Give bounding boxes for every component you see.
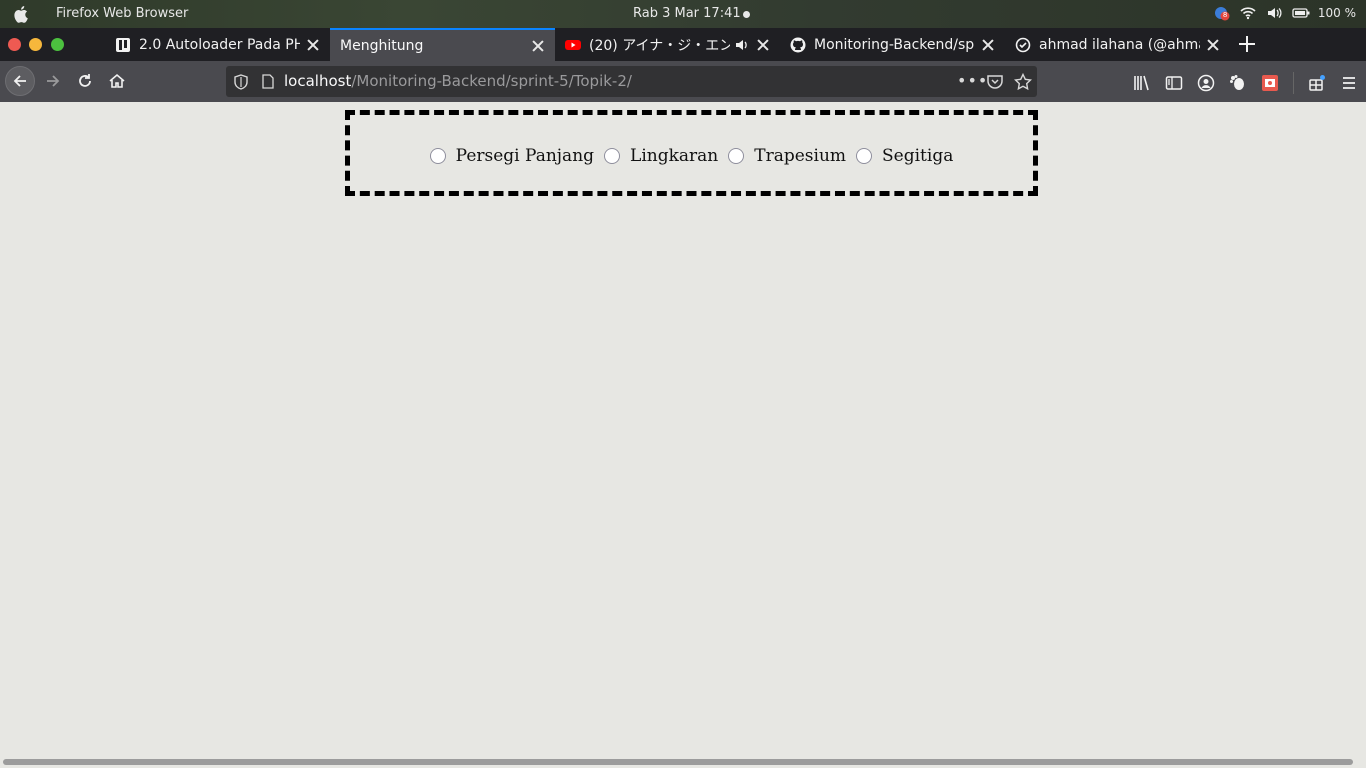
tab-menghitung[interactable]: Menghitung <box>330 28 555 61</box>
option-label: Trapesium <box>754 146 847 166</box>
option-trapesium[interactable]: Trapesium <box>728 146 846 166</box>
hamburger-menu-icon[interactable] <box>1340 74 1358 92</box>
option-persegi-panjang[interactable]: Persegi Panjang <box>429 146 595 166</box>
scrollbar-thumb[interactable] <box>3 759 1353 765</box>
tab-github[interactable]: Monitoring-Backend/sprint <box>780 28 1005 61</box>
option-segitiga[interactable]: Segitiga <box>856 146 953 166</box>
tab-title: Menghitung <box>340 37 424 54</box>
volume-icon[interactable] <box>1266 5 1282 21</box>
sidebar-icon[interactable] <box>1165 74 1183 92</box>
circle-check-icon <box>1015 37 1031 53</box>
notification-badge-icon[interactable]: 8 <box>1214 5 1230 21</box>
pocket-icon[interactable] <box>986 73 1004 91</box>
radio-button[interactable] <box>429 148 446 164</box>
close-tab-icon[interactable] <box>306 38 320 52</box>
url-path: /Monitoring-Backend/sprint-5/Topik-2/ <box>351 72 632 90</box>
speaker-icon[interactable] <box>734 37 750 53</box>
toolbar-separator <box>1293 72 1294 94</box>
active-app-name[interactable]: Firefox Web Browser <box>56 6 188 21</box>
reload-button[interactable] <box>70 66 100 96</box>
option-label: Lingkaran <box>630 146 719 166</box>
horizontal-scrollbar[interactable] <box>0 756 1366 768</box>
tab-title: (20) アイナ・ジ・エンド <box>589 37 730 54</box>
notification-dot <box>743 11 750 18</box>
shield-icon[interactable] <box>234 74 248 90</box>
tab-title: Monitoring-Backend/sprint <box>814 36 975 53</box>
tab-ahmad[interactable]: ahmad ilahana (@ahmad <box>1005 28 1230 61</box>
account-icon[interactable] <box>1197 74 1215 92</box>
arrow-right-icon <box>47 75 60 87</box>
home-icon <box>109 73 125 88</box>
page-icon <box>262 74 274 89</box>
github-icon <box>790 37 806 53</box>
close-window-button[interactable] <box>8 38 21 51</box>
option-label: Persegi Panjang <box>455 146 595 166</box>
reload-icon <box>79 74 91 87</box>
tab-youtube[interactable]: (20) アイナ・ジ・エンド <box>555 28 780 61</box>
url-text: localhost/Monitoring-Backend/sprint-5/To… <box>284 72 632 90</box>
library-icon[interactable] <box>1133 74 1151 92</box>
option-lingkaran[interactable]: Lingkaran <box>604 146 718 166</box>
bookmark-star-icon[interactable] <box>1014 73 1032 91</box>
close-tab-icon[interactable] <box>531 39 545 53</box>
toolbar-right-icons <box>1133 72 1358 94</box>
forward-button[interactable] <box>38 66 68 96</box>
battery-icon[interactable] <box>1292 5 1310 21</box>
new-tab-button[interactable] <box>1237 34 1257 54</box>
battery-percent: 100 % <box>1317 6 1356 20</box>
minimize-window-button[interactable] <box>29 38 42 51</box>
extensions-puzzle-icon[interactable] <box>1308 74 1326 92</box>
tab-title: ahmad ilahana (@ahmad <box>1039 36 1200 53</box>
radio-button[interactable] <box>856 148 873 164</box>
youtube-icon <box>565 37 581 53</box>
arrow-left-icon <box>13 75 26 87</box>
tab-strip: 2.0 Autoloader Pada PHP Menghitung (20) … <box>0 28 1366 61</box>
back-button[interactable] <box>5 66 35 96</box>
option-label: Segitiga <box>882 146 954 166</box>
page-actions-icon[interactable]: ••• <box>957 71 988 90</box>
home-button[interactable] <box>102 66 132 96</box>
apple-logo-icon[interactable] <box>13 5 31 23</box>
extension-red-icon[interactable] <box>1261 74 1279 92</box>
radio-button[interactable] <box>604 148 621 164</box>
close-tab-icon[interactable] <box>756 38 770 52</box>
navigation-toolbar: localhost/Monitoring-Backend/sprint-5/To… <box>0 61 1366 102</box>
wifi-icon[interactable] <box>1240 5 1256 21</box>
tab-title: 2.0 Autoloader Pada PHP <box>139 36 300 53</box>
maximize-window-button[interactable] <box>51 38 64 51</box>
book-icon <box>115 37 131 53</box>
system-tray: 8 100 % <box>1214 5 1356 21</box>
close-tab-icon[interactable] <box>1206 38 1220 52</box>
clock[interactable]: Rab 3 Mar 17:41 <box>633 6 741 21</box>
url-bar[interactable]: localhost/Monitoring-Backend/sprint-5/To… <box>226 66 1037 97</box>
shape-selection-box: Persegi Panjang Lingkaran Trapesium Segi… <box>345 110 1038 196</box>
system-top-bar: Firefox Web Browser Rab 3 Mar 17:41 8 10… <box>0 0 1366 28</box>
radio-button[interactable] <box>728 148 745 164</box>
page-content: Persegi Panjang Lingkaran Trapesium Segi… <box>0 102 1366 756</box>
notification-count: 8 <box>1222 11 1228 19</box>
url-host: localhost <box>284 72 352 90</box>
gnome-extension-icon[interactable] <box>1229 74 1247 92</box>
close-tab-icon[interactable] <box>981 38 995 52</box>
tab-autoloader[interactable]: 2.0 Autoloader Pada PHP <box>105 28 330 61</box>
